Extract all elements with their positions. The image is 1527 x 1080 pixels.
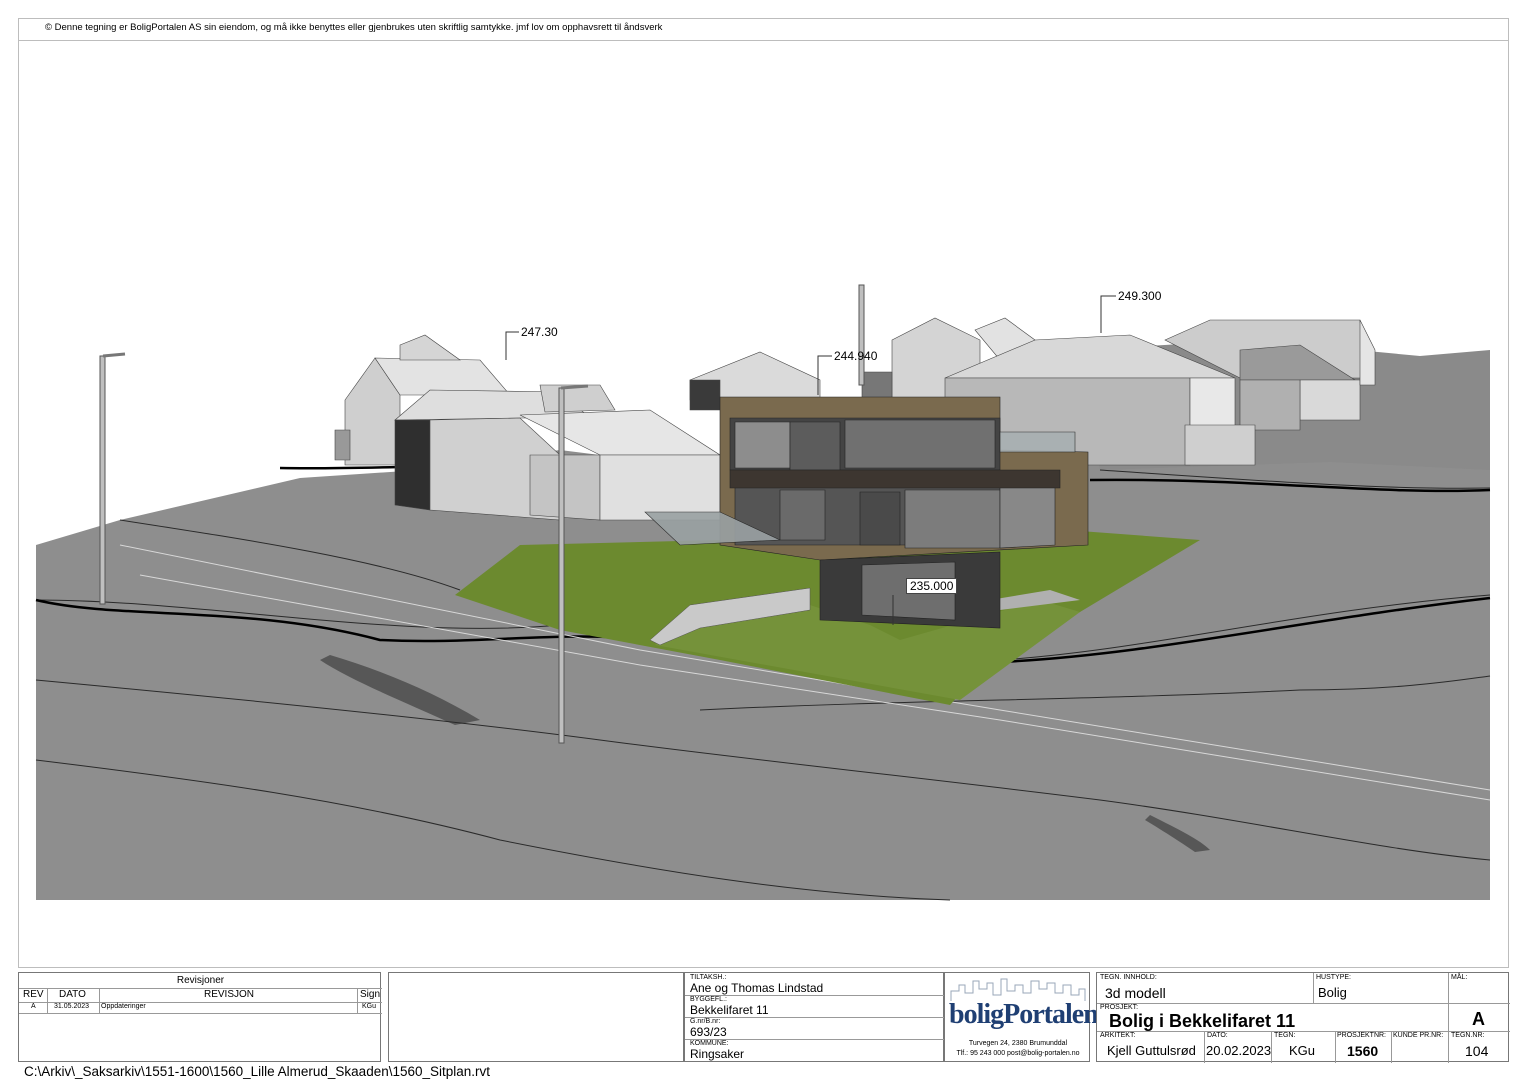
rev-header-date: DATO: [59, 989, 86, 1000]
prosjekt-title: Bolig i Bekkelifaret 11: [1109, 1011, 1296, 1031]
elevation-label-left-house: 247.30: [521, 325, 558, 339]
rev-row-rev: A: [31, 1003, 36, 1010]
tiltakshaver-value: Ane og Thomas Lindstad: [690, 981, 824, 995]
rev-row-date: 31.05.2023: [54, 1003, 90, 1010]
revisions-table: Revisjoner REV DATO REVISJON Sign A 31.0…: [18, 972, 382, 1062]
kunde-label: KUNDE PR.NR:: [1393, 1032, 1444, 1039]
prosjektnr-label: PROSJEKTNR:: [1337, 1032, 1387, 1039]
company-logo: boligPortalenas Turvegen 24, 2380 Brumun…: [944, 972, 1122, 1062]
logo-wordmark: boligPortalenas: [949, 999, 1122, 1031]
file-path: C:\Arkiv\_Saksarkiv\1551-1600\1560_Lille…: [24, 1064, 491, 1079]
hustype-label: HUSTYPE:: [1316, 974, 1352, 981]
arkitekt-value: Kjell Guttulsrød: [1107, 1043, 1196, 1058]
rev-row-sign: KGu: [362, 1003, 377, 1010]
elevation-label-ground-floor: 235.000: [906, 578, 958, 594]
3d-render: [35, 284, 1491, 901]
tegnnr-value: 104: [1465, 1043, 1489, 1059]
rev-header-sign: Sign: [360, 989, 381, 1000]
tegn-innhold-value: 3d modell: [1105, 985, 1166, 1001]
rev-header-revision: REVISJON: [204, 989, 255, 1000]
tiltakshaver-label: TILTAKSH.:: [690, 974, 727, 981]
project-info: TEGN. INNHOLD: 3d modell HUSTYPE: Bolig …: [1096, 972, 1510, 1063]
arkitekt-label: ARKITEKT:: [1100, 1032, 1136, 1039]
kommune-value: Ringsaker: [690, 1047, 745, 1061]
kommune-label: KOMMUNE:: [690, 1040, 729, 1047]
notes-box: [388, 972, 684, 1062]
tegnnr-label: TEGN.NR:: [1451, 1032, 1485, 1039]
prosjektnr-value: 1560: [1347, 1043, 1379, 1059]
dato-label: DATO:: [1207, 1032, 1228, 1039]
company-contact: Tlf.: 95 243 000 post@bolig-portalen.no: [956, 1050, 1080, 1057]
tegn-value: KGu: [1289, 1043, 1316, 1058]
elevation-label-right-house: 249.300: [1118, 289, 1162, 303]
logo-part1: bolig: [949, 999, 1004, 1030]
maal-label: MÅL:: [1451, 974, 1468, 981]
elevation-label-center-house: 244.940: [834, 349, 878, 363]
tegn-innhold-label: TEGN. INNHOLD:: [1100, 974, 1157, 981]
rev-header-rev: REV: [23, 989, 44, 1000]
gnr-value: 693/23: [690, 1025, 727, 1039]
hustype-value: Bolig: [1318, 985, 1347, 1000]
dato-value: 20.02.2023: [1206, 1043, 1272, 1058]
byggefelt-value: Bekkelifaret 11: [690, 1003, 769, 1017]
property-info: TILTAKSH.: Ane og Thomas Lindstad BYGGEF…: [684, 972, 945, 1062]
revision-letter: A: [1472, 1009, 1485, 1029]
tegn-label: TEGN:: [1274, 1032, 1296, 1039]
rev-row-text: Oppdateringer: [101, 1003, 146, 1010]
prosjekt-label: PROSJEKT:: [1100, 1004, 1139, 1011]
company-address: Turvegen 24, 2380 Brumunddal: [968, 1040, 1068, 1047]
revisions-title: Revisjoner: [176, 975, 225, 986]
gnr-label: G.nr/B.nr:: [690, 1018, 721, 1025]
byggefelt-label: BYGGEFL.:: [690, 996, 727, 1003]
